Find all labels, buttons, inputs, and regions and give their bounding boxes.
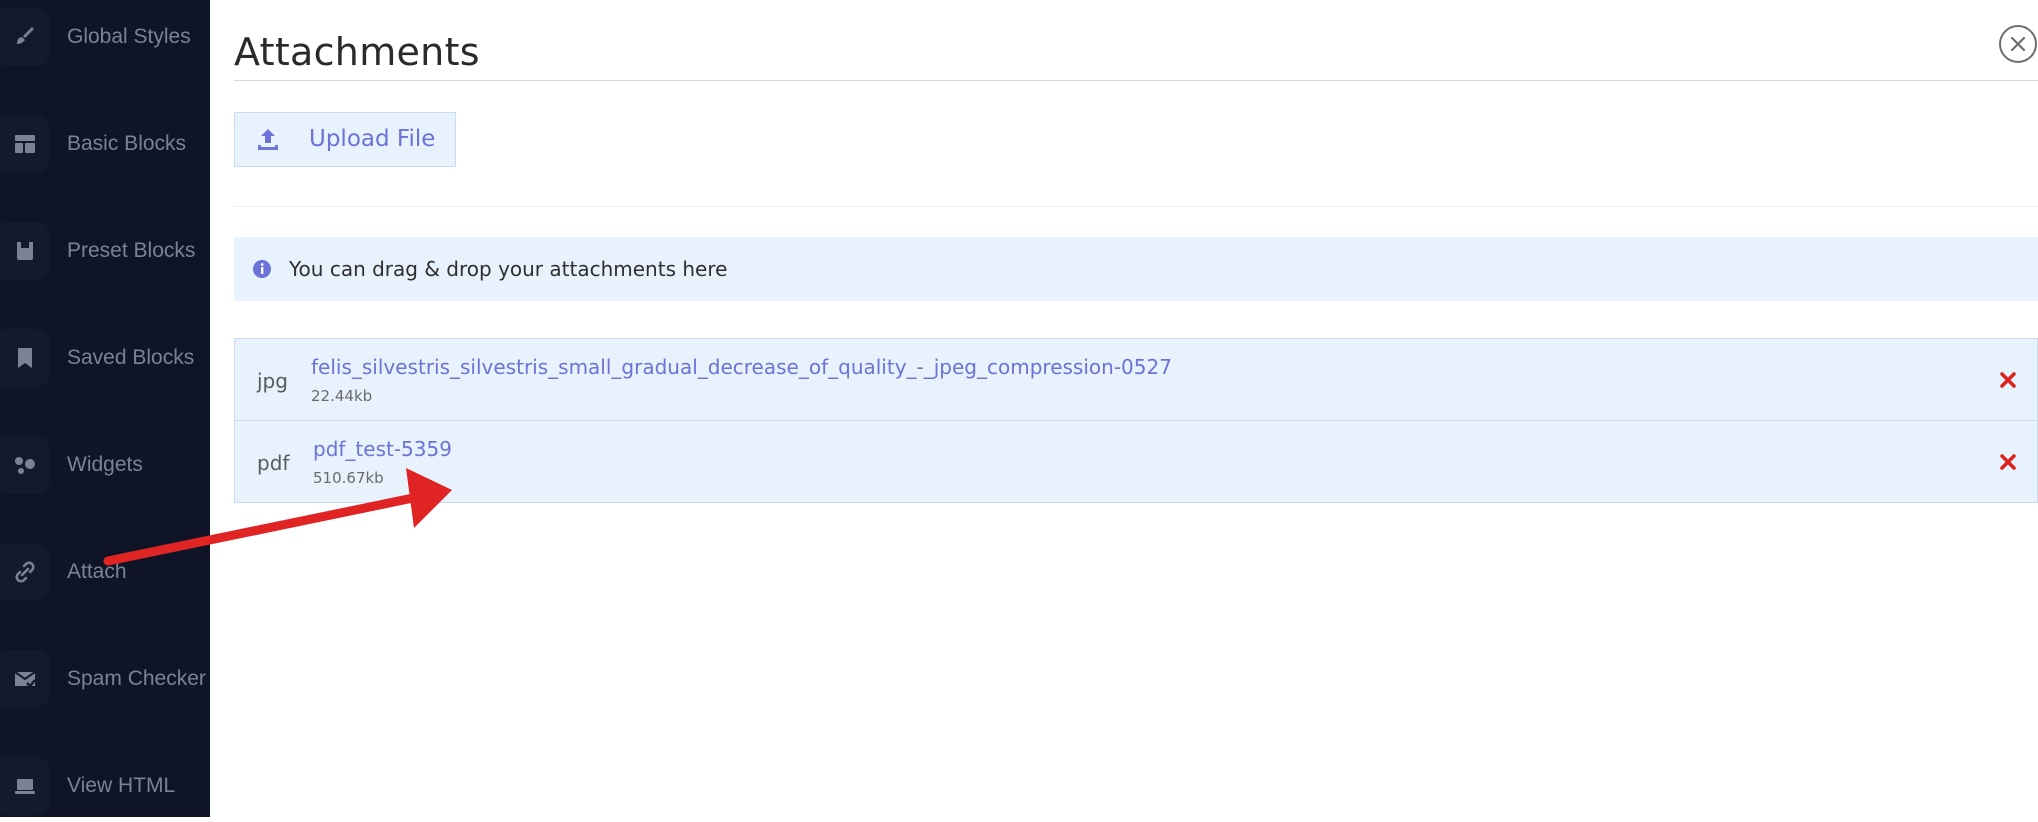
sidebar-item-label: Saved Blocks <box>67 346 195 369</box>
widgets-icon <box>0 436 50 494</box>
sidebar-item-view-html[interactable]: View HTML <box>0 750 210 822</box>
close-button[interactable] <box>1999 25 2037 63</box>
file-type: jpg <box>257 369 288 393</box>
sidebar-item-label: Basic Blocks <box>67 132 187 155</box>
upload-icon <box>258 129 278 150</box>
close-icon <box>2010 36 2026 52</box>
preset-icon <box>0 222 50 280</box>
upload-file-button[interactable]: Upload File <box>234 112 456 167</box>
title-divider <box>234 80 2038 81</box>
file-size: 510.67kb <box>313 469 384 487</box>
paperclip-icon <box>0 543 50 601</box>
laptop-icon <box>0 757 50 815</box>
file-name-link[interactable]: felis_silvestris_silvestris_small_gradua… <box>311 355 1172 379</box>
sidebar-item-attach[interactable]: Attach <box>0 536 210 608</box>
file-size: 22.44kb <box>311 387 373 405</box>
remove-attachment-button[interactable] <box>1999 371 2017 389</box>
sidebar-item-label: Widgets <box>67 453 143 476</box>
list-item: pdf pdf_test-5359 510.67kb <box>234 420 2038 503</box>
sidebar-item-widgets[interactable]: Widgets <box>0 429 210 501</box>
file-name-link[interactable]: pdf_test-5359 <box>313 437 452 461</box>
sidebar-item-saved-blocks[interactable]: Saved Blocks <box>0 322 210 394</box>
file-type: pdf <box>257 451 290 475</box>
mail-check-icon <box>0 650 50 708</box>
bookmark-icon <box>0 329 50 387</box>
sidebar-item-basic-blocks[interactable]: Basic Blocks <box>0 108 210 180</box>
sidebar-item-label: Preset Blocks <box>67 239 196 262</box>
sidebar-item-label: View HTML <box>67 774 176 797</box>
page-title: Attachments <box>234 30 480 74</box>
brush-icon <box>0 8 50 66</box>
remove-attachment-button[interactable] <box>1999 453 2017 471</box>
sidebar-item-label: Spam Checker <box>67 667 206 690</box>
sidebar: Global Styles Basic Blocks Preset Blocks… <box>0 0 210 817</box>
sidebar-item-label: Global Styles <box>67 25 191 48</box>
info-icon <box>253 260 271 278</box>
attachment-list: jpg felis_silvestris_silvestris_small_gr… <box>234 338 2038 503</box>
drop-zone-info[interactable]: You can drag & drop your attachments her… <box>234 237 2038 301</box>
sidebar-item-spam-checker[interactable]: Spam Checker <box>0 643 210 715</box>
attachments-panel: Attachments Upload File You can drag & d… <box>210 0 2038 817</box>
list-item: jpg felis_silvestris_silvestris_small_gr… <box>234 338 2038 421</box>
sidebar-item-preset-blocks[interactable]: Preset Blocks <box>0 215 210 287</box>
upload-file-label: Upload File <box>309 126 436 152</box>
section-divider <box>234 206 2038 207</box>
sidebar-item-label: Attach <box>67 560 127 583</box>
layout-icon <box>0 115 50 173</box>
sidebar-item-global-styles[interactable]: Global Styles <box>0 1 210 73</box>
drop-zone-text: You can drag & drop your attachments her… <box>289 257 728 281</box>
